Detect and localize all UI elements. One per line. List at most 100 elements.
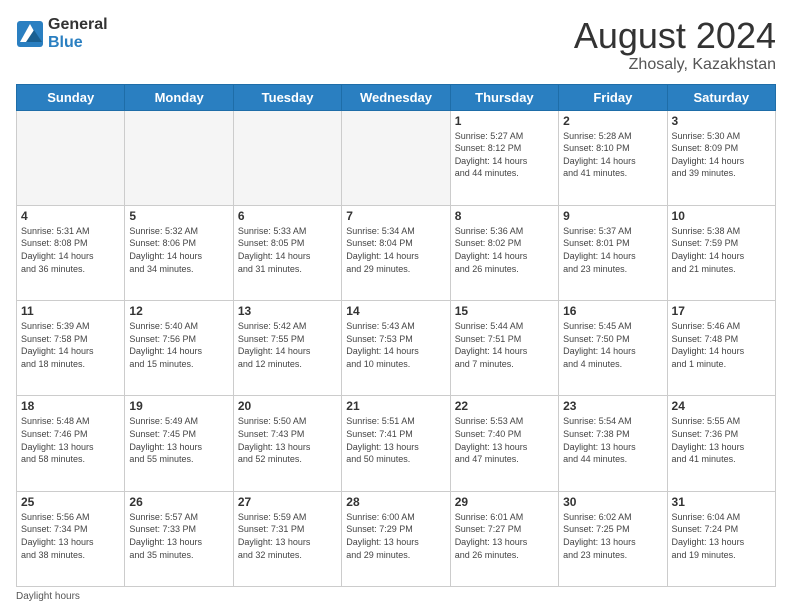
day-info: Sunrise: 5:48 AM Sunset: 7:46 PM Dayligh…: [21, 415, 120, 465]
col-sunday: Sunday: [17, 84, 125, 110]
col-wednesday: Wednesday: [342, 84, 450, 110]
calendar-cell-w0d4: 1 Sunrise: 5:27 AM Sunset: 8:12 PM Daylig…: [450, 110, 558, 205]
calendar-cell-w0d0: [17, 110, 125, 205]
day-info: Sunrise: 5:55 AM Sunset: 7:36 PM Dayligh…: [672, 415, 771, 465]
calendar-cell-w3d1: 19Sunrise: 5:49 AM Sunset: 7:45 PM Dayli…: [125, 396, 233, 491]
col-thursday: Thursday: [450, 84, 558, 110]
calendar-week-0: 1 Sunrise: 5:27 AM Sunset: 8:12 PM Daylig…: [17, 110, 776, 205]
day-number: 29: [455, 495, 554, 509]
calendar-cell-w4d3: 28 Sunrise: 6:00 AM Sunset: 7:29 PM Dayli…: [342, 491, 450, 586]
calendar-cell-w2d3: 14 Sunrise: 5:43 AM Sunset: 7:53 PM Dayli…: [342, 301, 450, 396]
day-number: 8: [455, 209, 554, 223]
day-number: 12: [129, 304, 228, 318]
calendar-cell-w2d1: 12 Sunrise: 5:40 AM Sunset: 7:56 PM Dayli…: [125, 301, 233, 396]
calendar-cell-w1d2: 6Sunrise: 5:33 AM Sunset: 8:05 PM Daylig…: [233, 205, 341, 300]
calendar-cell-w3d0: 18 Sunrise: 5:48 AM Sunset: 7:46 PM Dayli…: [17, 396, 125, 491]
calendar-cell-w3d2: 20 Sunrise: 5:50 AM Sunset: 7:43 PM Dayli…: [233, 396, 341, 491]
day-number: 3: [672, 114, 771, 128]
calendar-cell-w1d5: 9Sunrise: 5:37 AM Sunset: 8:01 PM Daylig…: [559, 205, 667, 300]
day-number: 26: [129, 495, 228, 509]
day-number: 10: [672, 209, 771, 223]
day-info: Sunrise: 5:42 AM Sunset: 7:55 PM Dayligh…: [238, 320, 337, 370]
calendar-cell-w0d3: [342, 110, 450, 205]
calendar-cell-w0d6: 3 Sunrise: 5:30 AM Sunset: 8:09 PM Daylig…: [667, 110, 775, 205]
calendar-cell-w2d5: 16 Sunrise: 5:45 AM Sunset: 7:50 PM Dayli…: [559, 301, 667, 396]
day-number: 15: [455, 304, 554, 318]
day-number: 5: [129, 209, 228, 223]
calendar-cell-w4d6: 31 Sunrise: 6:04 AM Sunset: 7:24 PM Dayli…: [667, 491, 775, 586]
logo: General Blue: [16, 16, 108, 52]
calendar-week-3: 18 Sunrise: 5:48 AM Sunset: 7:46 PM Dayli…: [17, 396, 776, 491]
day-number: 11: [21, 304, 120, 318]
page: General Blue August 2024 Zhosaly, Kazakh…: [0, 0, 792, 612]
day-info: Sunrise: 5:46 AM Sunset: 7:48 PM Dayligh…: [672, 320, 771, 370]
day-number: 7: [346, 209, 445, 223]
col-monday: Monday: [125, 84, 233, 110]
day-info: Sunrise: 5:30 AM Sunset: 8:09 PM Dayligh…: [672, 130, 771, 180]
calendar-cell-w0d1: [125, 110, 233, 205]
calendar-cell-w4d1: 26 Sunrise: 5:57 AM Sunset: 7:33 PM Dayli…: [125, 491, 233, 586]
calendar-cell-w1d3: 7 Sunrise: 5:34 AM Sunset: 8:04 PM Daylig…: [342, 205, 450, 300]
day-info: Sunrise: 5:51 AM Sunset: 7:41 PM Dayligh…: [346, 415, 445, 465]
day-number: 2: [563, 114, 662, 128]
calendar-header-row: Sunday Monday Tuesday Wednesday Thursday…: [17, 84, 776, 110]
day-info: Sunrise: 5:37 AM Sunset: 8:01 PM Dayligh…: [563, 225, 662, 275]
calendar-cell-w0d2: [233, 110, 341, 205]
day-number: 20: [238, 399, 337, 413]
day-info: Sunrise: 5:50 AM Sunset: 7:43 PM Dayligh…: [238, 415, 337, 465]
calendar-cell-w0d5: 2 Sunrise: 5:28 AM Sunset: 8:10 PM Daylig…: [559, 110, 667, 205]
col-tuesday: Tuesday: [233, 84, 341, 110]
day-info: Sunrise: 6:02 AM Sunset: 7:25 PM Dayligh…: [563, 511, 662, 561]
day-info: Sunrise: 5:39 AM Sunset: 7:58 PM Dayligh…: [21, 320, 120, 370]
logo-icon: [16, 20, 44, 48]
day-number: 14: [346, 304, 445, 318]
footer-note: Daylight hours: [16, 591, 776, 602]
day-info: Sunrise: 5:32 AM Sunset: 8:06 PM Dayligh…: [129, 225, 228, 275]
day-info: Sunrise: 6:04 AM Sunset: 7:24 PM Dayligh…: [672, 511, 771, 561]
day-info: Sunrise: 5:54 AM Sunset: 7:38 PM Dayligh…: [563, 415, 662, 465]
header: General Blue August 2024 Zhosaly, Kazakh…: [16, 16, 776, 74]
day-info: Sunrise: 5:59 AM Sunset: 7:31 PM Dayligh…: [238, 511, 337, 561]
day-number: 17: [672, 304, 771, 318]
calendar-cell-w4d2: 27 Sunrise: 5:59 AM Sunset: 7:31 PM Dayli…: [233, 491, 341, 586]
day-info: Sunrise: 5:57 AM Sunset: 7:33 PM Dayligh…: [129, 511, 228, 561]
day-info: Sunrise: 5:44 AM Sunset: 7:51 PM Dayligh…: [455, 320, 554, 370]
day-number: 1: [455, 114, 554, 128]
calendar-cell-w4d4: 29 Sunrise: 6:01 AM Sunset: 7:27 PM Dayli…: [450, 491, 558, 586]
day-number: 31: [672, 495, 771, 509]
day-info: Sunrise: 5:34 AM Sunset: 8:04 PM Dayligh…: [346, 225, 445, 275]
title-block: August 2024 Zhosaly, Kazakhstan: [574, 16, 776, 74]
day-info: Sunrise: 6:00 AM Sunset: 7:29 PM Dayligh…: [346, 511, 445, 561]
day-info: Sunrise: 5:43 AM Sunset: 7:53 PM Dayligh…: [346, 320, 445, 370]
day-number: 25: [21, 495, 120, 509]
day-number: 21: [346, 399, 445, 413]
day-info: Sunrise: 5:49 AM Sunset: 7:45 PM Dayligh…: [129, 415, 228, 465]
day-info: Sunrise: 5:53 AM Sunset: 7:40 PM Dayligh…: [455, 415, 554, 465]
day-info: Sunrise: 6:01 AM Sunset: 7:27 PM Dayligh…: [455, 511, 554, 561]
day-number: 16: [563, 304, 662, 318]
day-number: 24: [672, 399, 771, 413]
logo-text: General Blue: [48, 16, 108, 52]
calendar-week-1: 4Sunrise: 5:31 AM Sunset: 8:08 PM Daylig…: [17, 205, 776, 300]
day-info: Sunrise: 5:45 AM Sunset: 7:50 PM Dayligh…: [563, 320, 662, 370]
day-number: 6: [238, 209, 337, 223]
calendar-cell-w1d0: 4Sunrise: 5:31 AM Sunset: 8:08 PM Daylig…: [17, 205, 125, 300]
day-number: 27: [238, 495, 337, 509]
day-info: Sunrise: 5:28 AM Sunset: 8:10 PM Dayligh…: [563, 130, 662, 180]
calendar-cell-w3d5: 23Sunrise: 5:54 AM Sunset: 7:38 PM Dayli…: [559, 396, 667, 491]
day-number: 28: [346, 495, 445, 509]
day-info: Sunrise: 5:27 AM Sunset: 8:12 PM Dayligh…: [455, 130, 554, 180]
calendar-cell-w4d5: 30Sunrise: 6:02 AM Sunset: 7:25 PM Dayli…: [559, 491, 667, 586]
day-number: 22: [455, 399, 554, 413]
calendar-cell-w1d6: 10Sunrise: 5:38 AM Sunset: 7:59 PM Dayli…: [667, 205, 775, 300]
day-info: Sunrise: 5:36 AM Sunset: 8:02 PM Dayligh…: [455, 225, 554, 275]
calendar-cell-w3d6: 24 Sunrise: 5:55 AM Sunset: 7:36 PM Dayli…: [667, 396, 775, 491]
calendar-cell-w3d4: 22 Sunrise: 5:53 AM Sunset: 7:40 PM Dayli…: [450, 396, 558, 491]
calendar-subtitle: Zhosaly, Kazakhstan: [574, 56, 776, 74]
calendar-cell-w1d4: 8 Sunrise: 5:36 AM Sunset: 8:02 PM Daylig…: [450, 205, 558, 300]
calendar-cell-w3d3: 21 Sunrise: 5:51 AM Sunset: 7:41 PM Dayli…: [342, 396, 450, 491]
calendar-table: Sunday Monday Tuesday Wednesday Thursday…: [16, 84, 776, 587]
daylight-label: Daylight hours: [16, 591, 80, 602]
day-info: Sunrise: 5:40 AM Sunset: 7:56 PM Dayligh…: [129, 320, 228, 370]
day-number: 18: [21, 399, 120, 413]
